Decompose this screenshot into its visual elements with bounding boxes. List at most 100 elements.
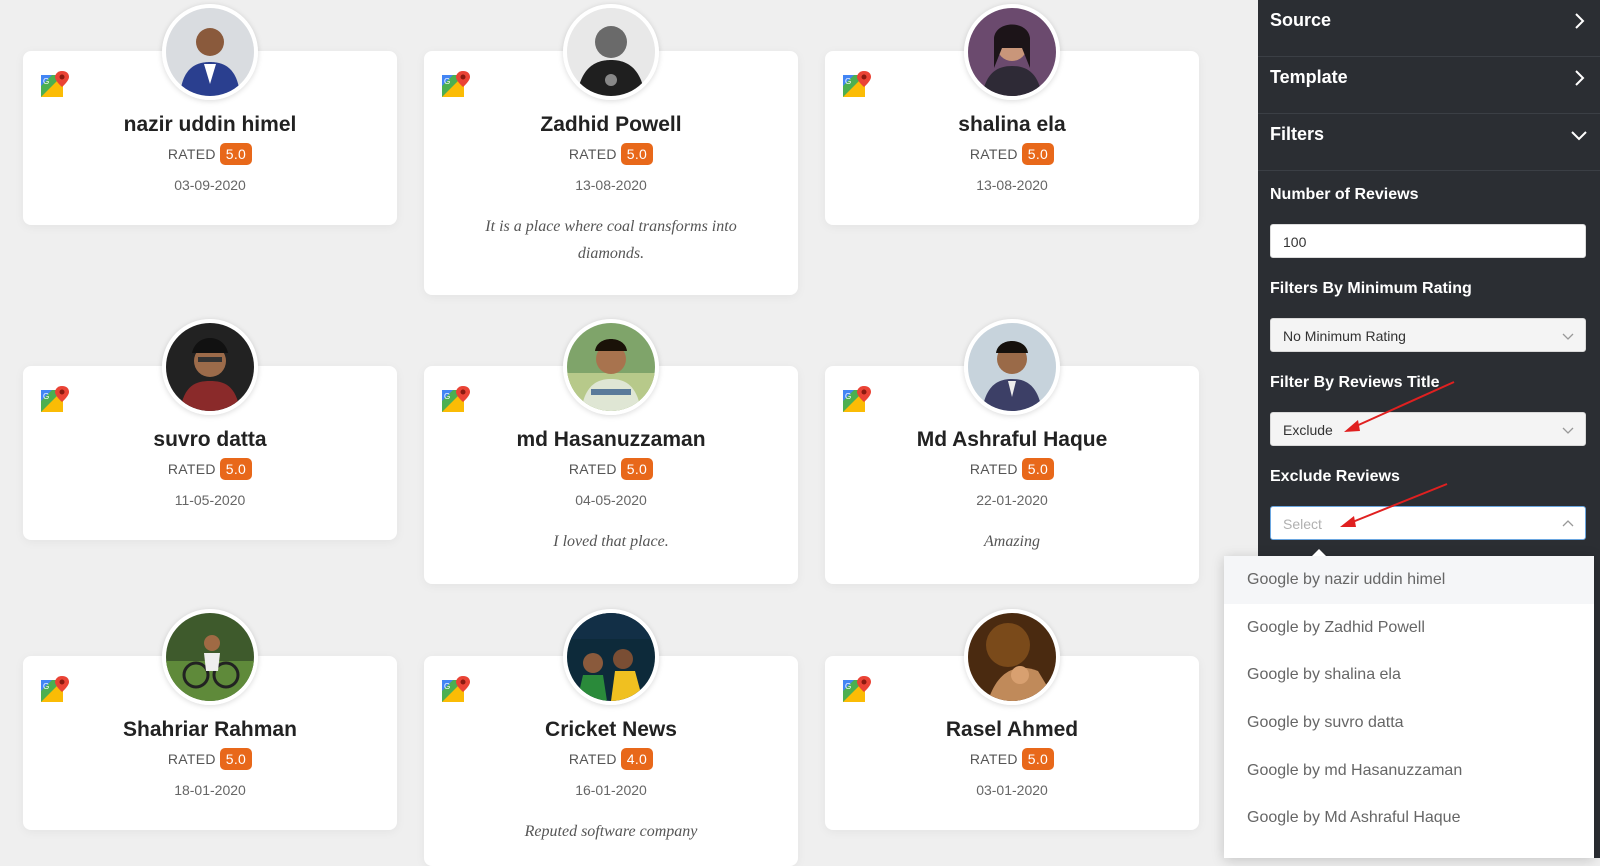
min-rating-value: No Minimum Rating xyxy=(1283,328,1406,344)
dropdown-option[interactable]: Google by md Hasanuzzaman xyxy=(1224,747,1594,795)
reviewer-name: suvro datta xyxy=(153,428,267,451)
review-card: G Md Ashraful Haque RATED 5.0 22-01-2020 … xyxy=(825,319,1199,584)
review-date: 13-08-2020 xyxy=(575,177,647,193)
svg-text:G: G xyxy=(845,392,851,401)
rated-label: RATED xyxy=(568,461,617,477)
review-card: G Rasel Ahmed RATED 5.0 03-01-2020 xyxy=(825,609,1199,830)
reviewer-name: md Hasanuzzaman xyxy=(516,428,706,451)
review-date: 18-01-2020 xyxy=(174,782,246,798)
rating-badge: 5.0 xyxy=(219,458,253,480)
rating-badge: 5.0 xyxy=(1021,748,1055,770)
reviewer-name: shalina ela xyxy=(958,113,1066,136)
template-label: Template xyxy=(1270,67,1348,87)
rated-label: RATED xyxy=(167,146,216,162)
dropdown-option[interactable]: Google by Md Ashraful Haque xyxy=(1224,794,1594,842)
review-date: 22-01-2020 xyxy=(976,492,1048,508)
rating-row: RATED 5.0 xyxy=(23,143,397,165)
chevron-up-icon xyxy=(1562,520,1574,527)
review-card: G nazir uddin himel RATED 5.0 03-09-2020 xyxy=(23,4,397,225)
google-maps-icon: G xyxy=(442,71,470,97)
reviewer-name: Shahriar Rahman xyxy=(123,718,297,741)
dropdown-option[interactable]: Google by Zadhid Powell xyxy=(1224,604,1594,652)
review-card: G shalina ela RATED 5.0 13-08-2020 xyxy=(825,4,1199,225)
svg-text:G: G xyxy=(444,77,450,86)
exclude-placeholder: Select xyxy=(1283,516,1322,532)
reviews-grid: G nazir uddin himel RATED 5.0 03-09-2020 … xyxy=(0,0,1258,866)
rated-label: RATED xyxy=(568,751,617,767)
exclude-reviews-select[interactable]: Select xyxy=(1270,506,1586,540)
template-section-header[interactable]: Template xyxy=(1258,57,1600,114)
review-date: 11-05-2020 xyxy=(174,492,246,508)
rated-label: RATED xyxy=(969,146,1018,162)
title-filter-select[interactable]: Exclude xyxy=(1270,412,1586,446)
chevron-down-icon xyxy=(1562,333,1574,340)
rating-row: RATED 5.0 xyxy=(23,748,397,770)
filters-label: Filters xyxy=(1270,124,1325,144)
avatar xyxy=(964,4,1060,100)
source-section-header[interactable]: Source xyxy=(1258,0,1600,57)
avatar xyxy=(964,609,1060,705)
avatar xyxy=(563,609,659,705)
review-card: G md Hasanuzzaman RATED 5.0 04-05-2020 I … xyxy=(424,319,798,584)
rating-row: RATED 5.0 xyxy=(825,143,1199,165)
rating-badge: 4.0 xyxy=(620,748,654,770)
rating-badge: 5.0 xyxy=(620,458,654,480)
review-date: 13-08-2020 xyxy=(976,177,1048,193)
rating-badge: 5.0 xyxy=(1021,458,1055,480)
source-label: Source xyxy=(1270,10,1332,30)
rated-label: RATED xyxy=(167,751,216,767)
avatar xyxy=(162,4,258,100)
dropdown-option[interactable]: Google by suvro datta xyxy=(1224,699,1594,747)
review-card: G suvro datta RATED 5.0 11-05-2020 xyxy=(23,319,397,540)
rated-label: RATED xyxy=(969,461,1018,477)
rated-label: RATED xyxy=(568,146,617,162)
google-maps-icon: G xyxy=(442,386,470,412)
review-card: G Cricket News RATED 4.0 16-01-2020 Reput… xyxy=(424,609,798,866)
rating-row: RATED 5.0 xyxy=(23,458,397,480)
reviewer-name: nazir uddin himel xyxy=(123,113,297,136)
review-card: G Shahriar Rahman RATED 5.0 18-01-2020 xyxy=(23,609,397,830)
google-maps-icon: G xyxy=(41,71,69,97)
min-rating-label: Filters By Minimum Rating xyxy=(1270,280,1472,297)
rating-row: RATED 4.0 xyxy=(424,748,798,770)
chevron-down-icon xyxy=(1562,427,1574,434)
min-rating-select[interactable]: No Minimum Rating xyxy=(1270,318,1586,352)
avatar xyxy=(162,319,258,415)
google-maps-icon: G xyxy=(843,676,871,702)
review-date: 16-01-2020 xyxy=(575,782,647,798)
dropdown-notch xyxy=(1312,549,1326,556)
title-filter-label: Filter By Reviews Title xyxy=(1270,374,1440,391)
review-text: Amazing xyxy=(984,533,1040,550)
rating-row: RATED 5.0 xyxy=(424,143,798,165)
svg-text:G: G xyxy=(845,77,851,86)
review-text: Reputed software company xyxy=(524,823,698,840)
rating-row: RATED 5.0 xyxy=(825,748,1199,770)
rating-badge: 5.0 xyxy=(620,143,654,165)
chevron-right-icon xyxy=(1575,13,1585,29)
review-card: G Zadhid Powell RATED 5.0 13-08-2020 It i… xyxy=(424,4,798,295)
google-maps-icon: G xyxy=(41,676,69,702)
rated-label: RATED xyxy=(167,461,216,477)
rated-label: RATED xyxy=(969,751,1018,767)
svg-text:G: G xyxy=(444,392,450,401)
dropdown-option[interactable]: Google by nazir uddin himel xyxy=(1224,556,1594,604)
chevron-down-icon xyxy=(1571,131,1587,141)
rating-badge: 5.0 xyxy=(1021,143,1055,165)
exclude-reviews-label: Exclude Reviews xyxy=(1270,468,1400,485)
review-date: 03-01-2020 xyxy=(976,782,1048,798)
review-text: I loved that place. xyxy=(553,533,669,550)
filters-section-header[interactable]: Filters xyxy=(1258,114,1600,171)
reviewer-name: Rasel Ahmed xyxy=(945,718,1079,741)
title-filter-value: Exclude xyxy=(1283,422,1333,438)
review-text: It is a place where coal transforms into… xyxy=(485,218,737,262)
rating-row: RATED 5.0 xyxy=(825,458,1199,480)
number-of-reviews-input[interactable]: 100 xyxy=(1270,224,1586,258)
reviewer-name: Zadhid Powell xyxy=(540,113,682,136)
avatar xyxy=(964,319,1060,415)
svg-text:G: G xyxy=(444,682,450,691)
dropdown-option[interactable]: Google by shalina ela xyxy=(1224,651,1594,699)
avatar xyxy=(563,319,659,415)
exclude-reviews-dropdown: Google by nazir uddin himel Google by Za… xyxy=(1224,549,1594,858)
rating-row: RATED 5.0 xyxy=(424,458,798,480)
rating-badge: 5.0 xyxy=(219,748,253,770)
